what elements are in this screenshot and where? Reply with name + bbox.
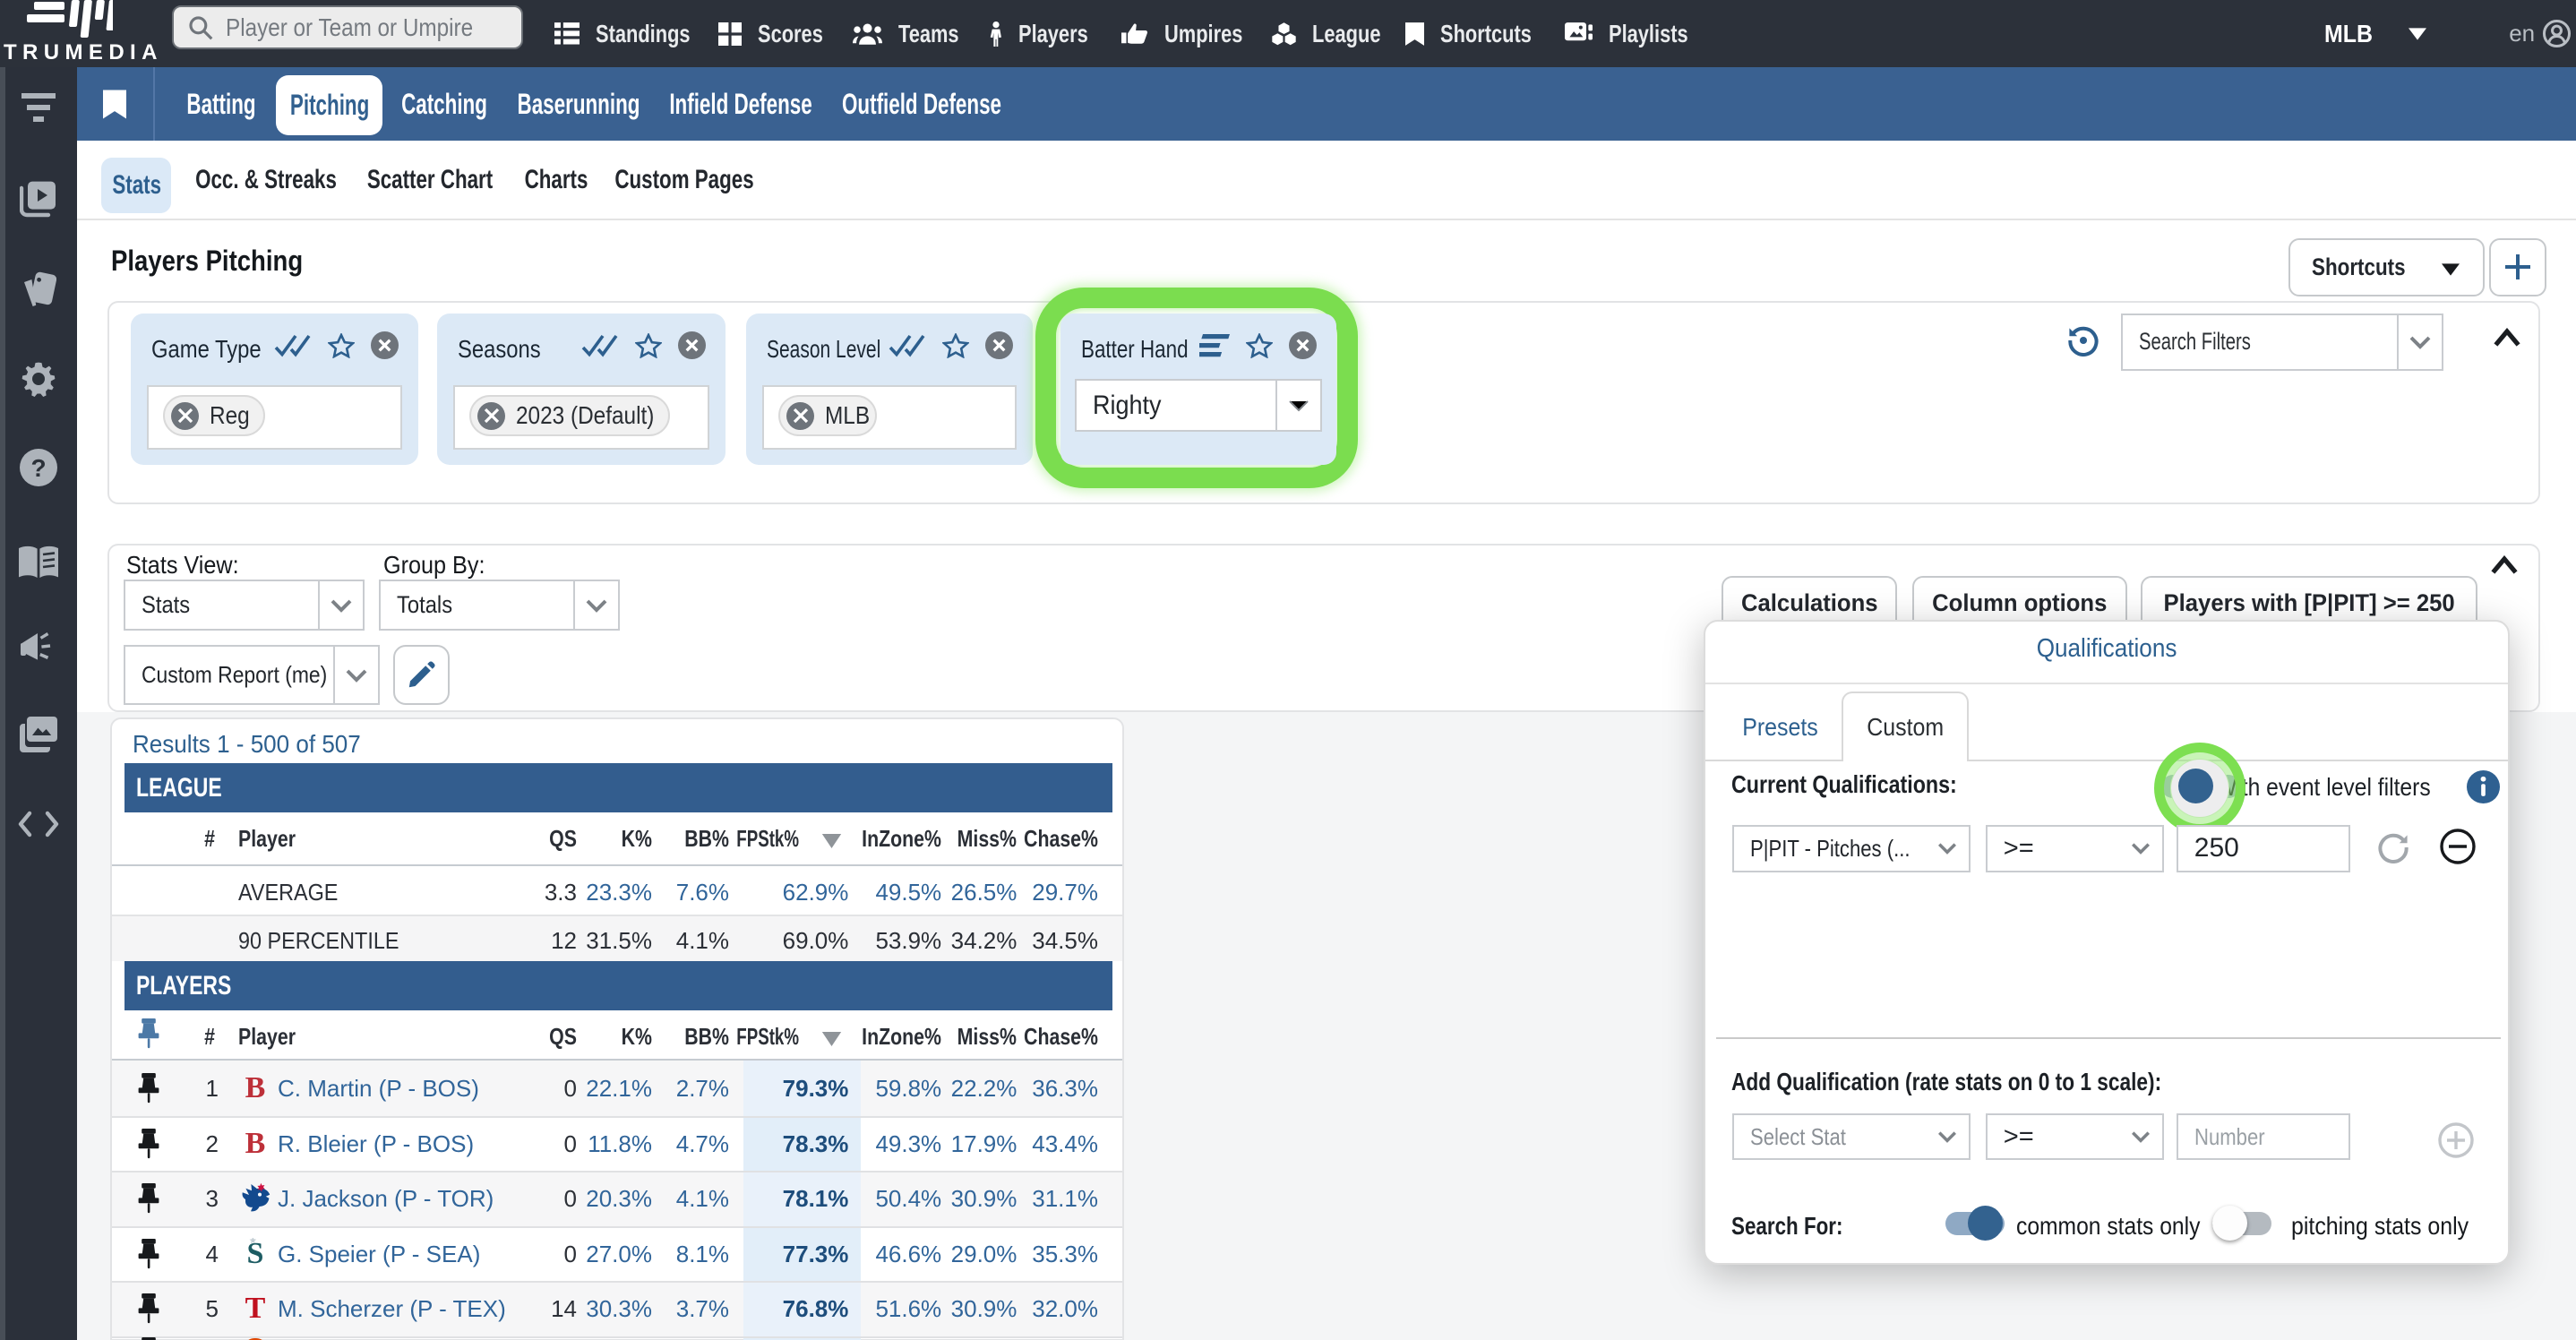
svg-text:B: B xyxy=(245,1072,266,1103)
svg-text:T: T xyxy=(245,1293,266,1323)
svg-text:?: ? xyxy=(30,454,46,482)
svg-text:B: B xyxy=(245,1128,266,1158)
svg-text:S: S xyxy=(247,1238,264,1268)
